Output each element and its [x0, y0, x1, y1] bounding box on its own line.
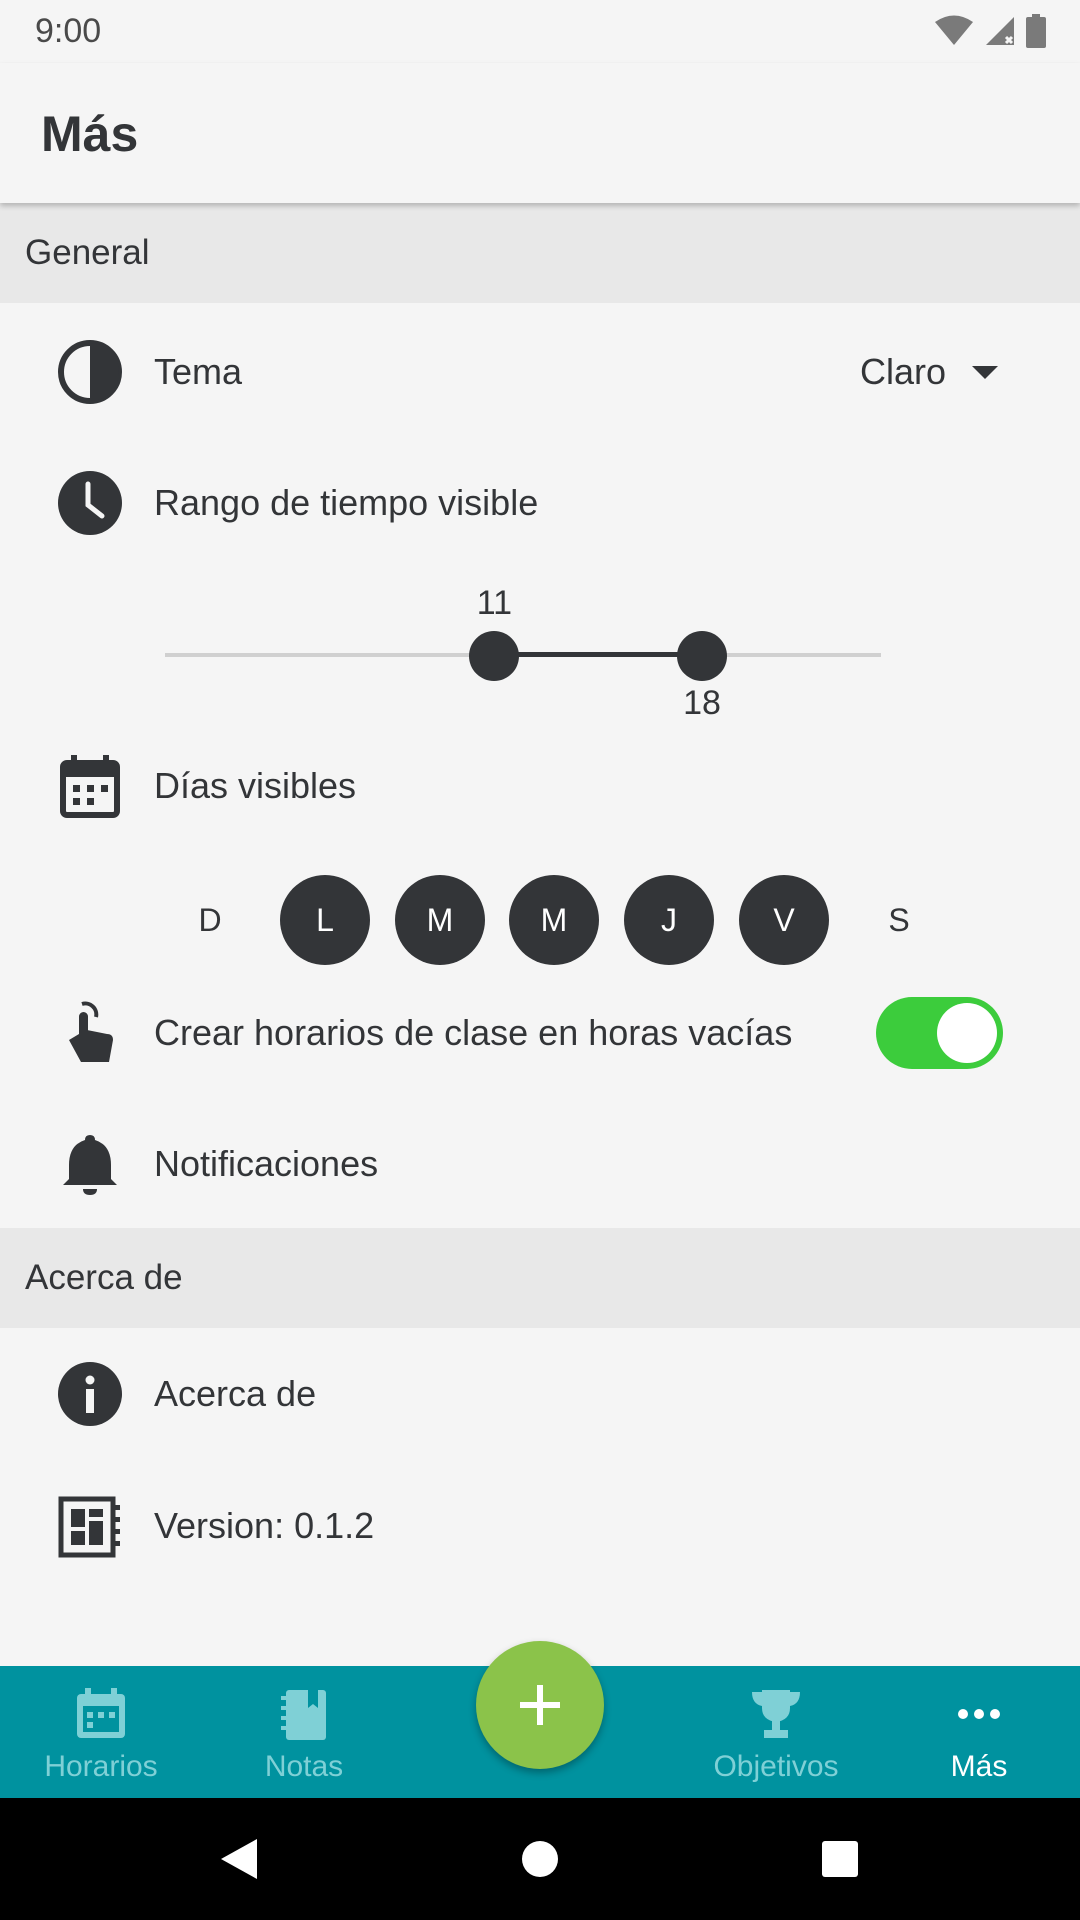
app-bar: Más — [0, 63, 1080, 203]
trophy-icon — [752, 1690, 800, 1738]
calendar-icon — [77, 1688, 125, 1738]
dropdown-arrow-icon — [972, 365, 998, 379]
day-chip-monday[interactable]: L — [280, 875, 370, 965]
slider-active-range — [494, 652, 702, 657]
visible-days-setting-row: Días visibles — [0, 726, 1080, 846]
nav-label-objetivos: Objetivos — [713, 1750, 839, 1783]
bell-icon — [63, 1135, 117, 1195]
touch-icon — [69, 1001, 113, 1062]
visible-days-label: Días visibles — [154, 765, 357, 806]
page-title: Más — [41, 106, 139, 162]
add-fab-button[interactable] — [476, 1641, 604, 1769]
toggle-knob — [937, 1003, 997, 1063]
version-row: Version: 0.1.2 — [0, 1466, 1080, 1586]
empty-hours-label: Crear horarios de clase en horas vacías — [154, 1012, 793, 1053]
version-label: Version: 0.1.2 — [154, 1505, 375, 1546]
day-chip-friday[interactable]: V — [739, 875, 829, 965]
theme-contrast-icon — [58, 340, 122, 404]
section-title-about: Acerca de — [25, 1258, 183, 1297]
slider-min-value: 11 — [476, 584, 513, 622]
notifications-setting-row[interactable]: Notificaciones — [0, 1104, 1080, 1224]
empty-hours-toggle[interactable] — [876, 997, 1003, 1069]
day-selector: D L M M J V S — [0, 875, 1080, 967]
section-header-about: Acerca de — [0, 1228, 1080, 1328]
about-label: Acerca de — [154, 1373, 317, 1414]
status-time: 9:00 — [35, 12, 102, 50]
time-range-slider[interactable]: 11 18 — [165, 584, 881, 722]
section-header-general: General — [0, 203, 1080, 303]
empty-hours-setting-row[interactable]: Crear horarios de clase en horas vacías — [0, 973, 1080, 1093]
nav-item-mas[interactable]: Más — [889, 1666, 1069, 1798]
theme-dropdown[interactable]: Claro — [860, 351, 998, 393]
day-chip-sunday[interactable]: D — [165, 875, 255, 965]
signal-icon — [986, 17, 1014, 45]
time-range-label: Rango de tiempo visible — [154, 482, 539, 523]
nav-item-objetivos[interactable]: Objetivos — [686, 1666, 866, 1798]
day-chip-saturday[interactable]: S — [854, 875, 944, 965]
nav-item-horarios[interactable]: Horarios — [11, 1666, 191, 1798]
slider-max-value: 18 — [683, 684, 721, 722]
status-bar: 9:00 — [0, 0, 1080, 63]
more-icon — [958, 1709, 1000, 1719]
recents-icon[interactable] — [821, 1840, 859, 1878]
theme-label: Tema — [154, 351, 243, 392]
day-chip-thursday[interactable]: J — [624, 875, 714, 965]
system-navigation-bar — [0, 1798, 1080, 1920]
nav-label-notas: Notas — [264, 1750, 344, 1783]
nav-item-notas[interactable]: Notas — [214, 1666, 394, 1798]
back-icon[interactable] — [219, 1837, 259, 1881]
section-title-general: General — [25, 233, 150, 272]
clock-icon — [58, 471, 122, 535]
status-icons — [934, 14, 1046, 48]
notebook-icon — [281, 1690, 326, 1740]
wifi-icon — [935, 15, 973, 45]
day-chip-wednesday[interactable]: M — [509, 875, 599, 965]
theme-dropdown-value: Claro — [859, 351, 946, 392]
home-icon[interactable] — [521, 1840, 559, 1878]
version-icon — [58, 1496, 120, 1558]
slider-min-thumb[interactable] — [469, 631, 520, 681]
plus-icon — [520, 1685, 560, 1725]
nav-label-horarios: Horarios — [44, 1750, 158, 1783]
about-setting-row[interactable]: Acerca de — [0, 1334, 1080, 1454]
info-icon — [58, 1362, 122, 1426]
notifications-label: Notificaciones — [154, 1143, 379, 1184]
theme-setting-row[interactable]: Tema Claro — [0, 312, 1080, 432]
battery-icon — [1026, 14, 1046, 48]
day-chip-tuesday[interactable]: M — [395, 875, 485, 965]
time-range-setting-row: Rango de tiempo visible — [0, 443, 1080, 563]
slider-max-thumb[interactable] — [677, 631, 727, 681]
calendar-icon — [60, 755, 120, 818]
nav-label-mas: Más — [950, 1750, 1008, 1783]
